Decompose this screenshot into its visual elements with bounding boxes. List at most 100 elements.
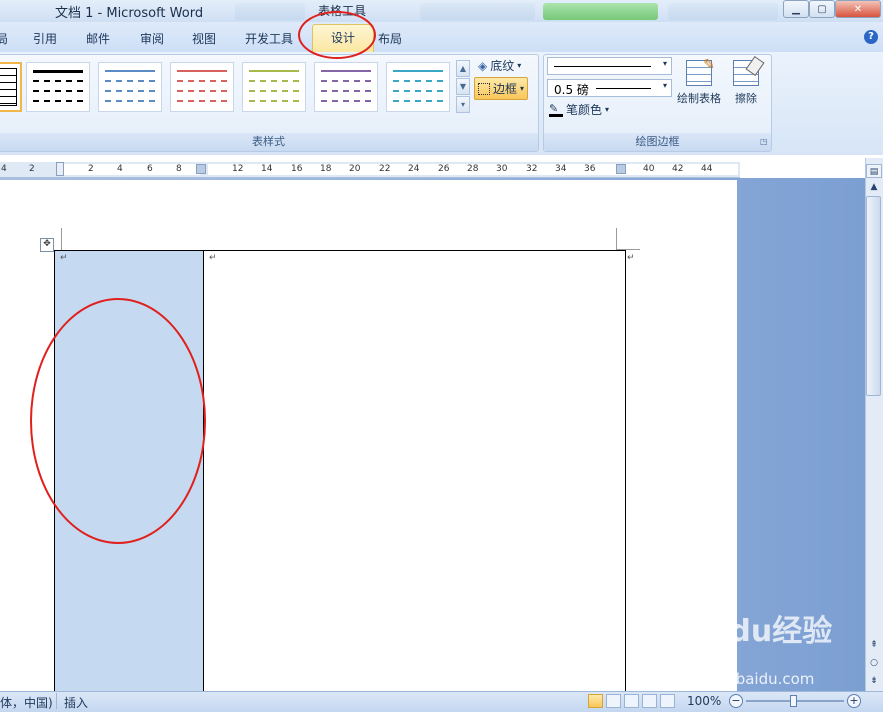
close-button[interactable]: ✕ [835, 0, 881, 18]
shading-button[interactable]: ◈ 底纹 ▾ [478, 57, 521, 74]
draft-view-button[interactable] [660, 694, 675, 708]
ruler-number: 44 [701, 164, 713, 174]
group-title: 表样式 [0, 133, 538, 151]
table-border-middle [203, 250, 204, 691]
annotation-circle [298, 11, 376, 59]
double-up-icon: ⇞ [870, 640, 878, 650]
borders-button[interactable]: 边框 ▾ [474, 77, 529, 100]
minimize-icon: ▁ [792, 3, 800, 15]
table-border-top [54, 250, 626, 251]
ruler-number: 14 [261, 164, 273, 174]
ruler-number: 4 [1, 164, 7, 174]
chevron-down-icon: ▾ [662, 59, 667, 68]
indent-marker[interactable] [56, 162, 64, 176]
dialog-launcher-icon[interactable]: ◳ [760, 137, 768, 146]
gallery-scroll-down[interactable]: ▼ [456, 78, 470, 95]
full-screen-reading-view-button[interactable] [606, 694, 621, 708]
ruler-icon: ▤ [869, 167, 879, 177]
help-icon[interactable]: ? [864, 30, 878, 44]
gallery-scroll-up[interactable]: ▲ [456, 60, 470, 77]
paragraph-mark: ↵ [60, 253, 68, 263]
column-marker[interactable] [616, 164, 626, 174]
table-style-green[interactable] [242, 62, 306, 112]
table-style-selected[interactable] [0, 62, 22, 112]
double-down-icon: ⇟ [870, 676, 878, 686]
paint-bucket-icon: ◈ [478, 58, 488, 73]
zoom-out-icon[interactable]: − [729, 694, 743, 708]
table-border-right [625, 250, 626, 691]
chevron-up-icon: ▲ [459, 64, 467, 73]
zoom-slider-thumb[interactable] [790, 695, 797, 707]
print-layout-view-button[interactable] [588, 694, 603, 708]
watermark-url: jingyan.baidu.com [676, 670, 815, 688]
tab-references[interactable]: 引用 [33, 30, 57, 47]
border-grid-icon [478, 82, 490, 95]
insert-mode-status[interactable]: 插入 [64, 694, 88, 711]
tab-developer[interactable]: 开发工具 [245, 30, 293, 47]
tab-layout-partial[interactable]: 局 [0, 30, 8, 47]
gallery-more[interactable]: ▾ [456, 96, 470, 113]
language-status[interactable]: 体，中国) [0, 694, 53, 711]
pen-color-button[interactable]: ✎ 笔颜色 ▾ [549, 101, 609, 118]
eraser-button[interactable]: 擦除 [728, 56, 765, 106]
pen-color-label: 笔颜色 [566, 103, 603, 117]
zoom-level[interactable]: 100% [687, 694, 721, 708]
previous-page-button[interactable]: ⇞ [866, 638, 882, 652]
table-move-handle-icon[interactable]: ✥ [40, 238, 54, 252]
ruler-number: 36 [584, 164, 596, 174]
ruler-number: 16 [291, 164, 303, 174]
tab-mailings[interactable]: 邮件 [86, 30, 110, 47]
table-style-aqua[interactable] [386, 62, 450, 112]
background-tab [668, 3, 778, 20]
web-layout-view-button[interactable] [624, 694, 639, 708]
tab-table-layout[interactable]: 布局 [378, 30, 402, 47]
background-tab [420, 3, 535, 20]
annotation-circle [30, 298, 206, 544]
status-divider [56, 693, 57, 709]
ruler-number: 12 [232, 164, 244, 174]
paragraph-mark: ↵ [627, 253, 635, 263]
pen-icon: ✎ [549, 103, 563, 117]
table-style-red[interactable] [170, 62, 234, 112]
ruler-number: 2 [29, 164, 35, 174]
minimize-button[interactable]: ▁ [783, 0, 809, 18]
shading-label: 底纹 [490, 59, 515, 73]
draw-table-icon: ✎ [686, 57, 715, 86]
outline-view-button[interactable] [642, 694, 657, 708]
ruler-number: 4 [117, 164, 123, 174]
browse-object-button[interactable]: ○ [866, 656, 882, 670]
line-style-select[interactable]: ▾ [547, 57, 672, 75]
line-weight-select[interactable]: 0.5 磅 ▾ [547, 79, 672, 97]
margin-mark [61, 228, 62, 250]
table-style-blue[interactable] [98, 62, 162, 112]
column-marker[interactable] [196, 164, 206, 174]
ruler-number: 6 [147, 164, 153, 174]
ruler-number: 26 [438, 164, 450, 174]
chevron-down-icon: ▼ [459, 82, 467, 91]
tab-view[interactable]: 视图 [192, 30, 216, 47]
ruler-number: 42 [672, 164, 684, 174]
next-page-button[interactable]: ⇟ [866, 674, 882, 688]
ruler-number: 30 [496, 164, 508, 174]
background-tab [235, 3, 305, 20]
ruler-number: 22 [379, 164, 391, 174]
ruler-number: 34 [555, 164, 567, 174]
eraser-icon [733, 56, 765, 86]
table-style-black[interactable] [26, 62, 90, 112]
line-weight-value: 0.5 磅 [554, 83, 589, 97]
ruler-toggle-button[interactable]: ▤ [866, 164, 882, 178]
ruler-number: 32 [526, 164, 538, 174]
ruler-number: 24 [408, 164, 420, 174]
table-style-purple[interactable] [314, 62, 378, 112]
tab-review[interactable]: 审阅 [140, 30, 164, 47]
ruler-number: 8 [176, 164, 182, 174]
zoom-in-icon[interactable]: + [847, 694, 861, 708]
draw-table-button[interactable]: ✎ 绘制表格 [676, 57, 722, 106]
ruler-number: 20 [349, 164, 361, 174]
group-title: 绘图边框 [544, 133, 771, 151]
maximize-button[interactable]: ▢ [809, 0, 835, 18]
paragraph-mark: ↵ [209, 253, 217, 263]
scroll-up-button[interactable]: ▲ [866, 180, 882, 194]
scroll-thumb[interactable] [866, 196, 881, 396]
chevron-down-icon: ▾ [605, 105, 610, 114]
